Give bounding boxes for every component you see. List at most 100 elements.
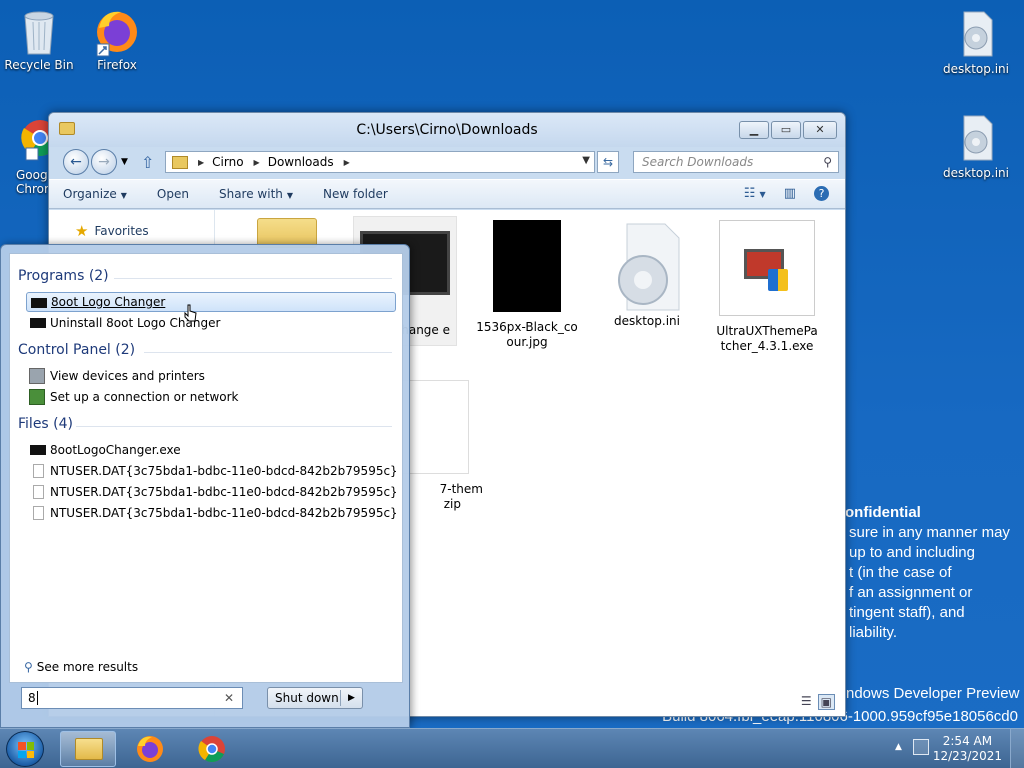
favorites-label: Favorites [94, 224, 149, 238]
clear-search-icon[interactable]: ✕ [224, 688, 234, 708]
organize-label: Organize [63, 187, 117, 201]
new-folder-button[interactable]: New folder [323, 187, 388, 201]
up-arrow-icon[interactable]: ⇧ [141, 153, 154, 172]
document-icon [33, 464, 44, 478]
nav-item-favorites[interactable]: ★ Favorites [75, 222, 149, 240]
details-view-icon[interactable]: ☰ [801, 694, 812, 710]
large-icons-view-icon[interactable]: ▣ [817, 694, 835, 710]
section-header-files: Files (4) [18, 416, 74, 432]
close-button[interactable]: ✕ [803, 121, 837, 139]
folder-icon [75, 738, 103, 760]
result-boot-logo-changer[interactable]: 8oot Logo Changer [26, 292, 396, 312]
start-button[interactable] [6, 731, 44, 767]
desktop-icon-firefox[interactable]: Firefox [75, 6, 159, 72]
change-view-icon[interactable]: ☷ ▼ [744, 186, 766, 201]
search-icon: ⚲ [24, 660, 33, 674]
result-label: NTUSER.DAT{3c75bda1-bdbc-11e0-bdcd-842b2… [50, 464, 396, 478]
file-name-line2: tcher_4.3.1.exe [720, 339, 814, 353]
result-file[interactable]: NTUSER.DAT{3c75bda1-bdbc-11e0-bdcd-842b2… [26, 461, 396, 481]
taskbar-chrome-button[interactable] [184, 731, 240, 767]
search-placeholder: Search Downloads [642, 155, 754, 169]
start-menu: Programs (2) 8oot Logo Changer Uninstall… [0, 244, 410, 728]
section-header-control-panel: Control Panel (2) [18, 342, 136, 358]
folder-icon [172, 155, 188, 169]
desktop-icon-desktop-ini-2[interactable]: desktop.ini [934, 114, 1018, 180]
breadcrumb-separator-icon[interactable]: ▶ [254, 158, 260, 167]
section-header-programs: Programs (2) [18, 268, 109, 284]
recycle-bin-icon [15, 6, 63, 55]
result-file[interactable]: 8ootLogoChanger.exe [26, 440, 396, 460]
show-hidden-icons-icon[interactable]: ▲ [895, 742, 902, 752]
shut-down-button[interactable]: Shut down ▶ [267, 687, 363, 709]
see-more-results-link[interactable]: ⚲ See more results [24, 660, 138, 674]
taskbar-firefox-button[interactable] [122, 731, 178, 767]
file-item-black-colour[interactable]: 1536px-Black_co our.jpg [475, 216, 579, 350]
taskbar-explorer-button[interactable] [60, 731, 116, 767]
file-name: desktop.ini [614, 314, 680, 328]
breadcrumb-separator-icon[interactable]: ▶ [344, 158, 350, 167]
result-set-up-connection[interactable]: Set up a connection or network [26, 387, 396, 407]
file-name-line1: UltraUXThemePa [716, 324, 818, 338]
breadcrumb-separator-icon[interactable]: ▶ [198, 158, 204, 167]
breadcrumb-cirno[interactable]: Cirno [212, 155, 243, 169]
help-icon[interactable]: ? [814, 186, 829, 201]
settings-file-icon [952, 10, 1000, 58]
result-file[interactable]: NTUSER.DAT{3c75bda1-bdbc-11e0-bdcd-842b2… [26, 482, 396, 502]
minimize-button[interactable]: ▁ [739, 121, 769, 139]
shut-down-label: Shut down [275, 691, 339, 705]
window-title: C:\Users\Cirno\Downloads [356, 122, 538, 138]
open-button[interactable]: Open [157, 187, 189, 201]
view-toggle-group: ☰ ▣ [801, 694, 835, 710]
watermark-line: up to and including [849, 544, 975, 561]
back-button[interactable]: ← [63, 149, 89, 175]
file-item-ultrauxthemepatcher[interactable]: UltraUXThemePa tcher_4.3.1.exe [715, 216, 819, 354]
forward-button[interactable]: → [91, 149, 117, 175]
share-with-label: Share with [218, 187, 283, 201]
result-label: 8ootLogoChanger.exe [50, 443, 181, 457]
document-icon [33, 506, 44, 520]
watermark-line: sure in any manner may [849, 524, 1010, 541]
clock[interactable]: 2:54 AM 12/23/2021 [933, 734, 1002, 764]
result-file[interactable]: NTUSER.DAT{3c75bda1-bdbc-11e0-bdcd-842b2… [26, 503, 396, 523]
search-input[interactable]: Search Downloads ⚲ [633, 151, 839, 173]
network-icon[interactable] [913, 739, 929, 755]
command-bar: Organize ▼ Open Share with ▼ New folder ☷ … [49, 179, 845, 209]
section-divider [76, 426, 392, 427]
shut-down-options-arrow-icon[interactable]: ▶ [348, 688, 355, 708]
show-desktop-button[interactable] [1010, 729, 1024, 768]
clock-date: 12/23/2021 [932, 749, 1002, 763]
start-menu-results: Programs (2) 8oot Logo Changer Uninstall… [9, 253, 403, 683]
result-label: Set up a connection or network [50, 390, 239, 404]
desktop-icon-recycle-bin[interactable]: Recycle Bin [0, 6, 81, 72]
firefox-icon [93, 6, 141, 57]
organize-button[interactable]: Organize ▼ [63, 187, 127, 201]
result-uninstall-boot-logo-changer[interactable]: Uninstall 8oot Logo Changer [26, 313, 396, 333]
result-view-devices-and-printers[interactable]: View devices and printers [26, 366, 396, 386]
file-item-desktop-ini[interactable]: desktop.ini [595, 216, 699, 329]
refresh-button[interactable]: ⇆ [597, 151, 619, 173]
watermark-line: t (in the case of [849, 564, 952, 581]
share-with-button[interactable]: Share with ▼ [219, 187, 293, 201]
maximize-button[interactable]: ▭ [771, 121, 801, 139]
desktop-icon-label: Firefox [97, 58, 137, 72]
search-icon[interactable]: ⚲ [823, 152, 832, 172]
windows-logo-icon [18, 742, 34, 758]
result-label: NTUSER.DAT{3c75bda1-bdbc-11e0-bdcd-842b2… [50, 506, 396, 520]
desktop-icon-desktop-ini[interactable]: desktop.ini [934, 10, 1018, 76]
address-dropdown-icon[interactable]: ▼ [582, 155, 590, 166]
exe-file-icon [30, 445, 46, 455]
recent-pages-chevron-icon[interactable]: ▼ [121, 157, 128, 167]
window-titlebar[interactable]: C:\Users\Cirno\Downloads ▁ ▭ ✕ [49, 113, 845, 147]
program-icon [30, 318, 46, 328]
confidential-watermark: onfidential sure in any manner may up to… [845, 503, 1024, 643]
dropdown-arrow-icon: ▼ [120, 191, 127, 200]
desktop-icon-label: desktop.ini [943, 166, 1009, 180]
file-name-line1: 1536px-Black_co [476, 320, 578, 334]
desktop-icon-label: Goog Chror [16, 168, 49, 196]
address-bar[interactable]: ▶ Cirno ▶ Downloads ▶ ▼ [165, 151, 595, 173]
breadcrumb-downloads[interactable]: Downloads [268, 155, 334, 169]
installer-icon [719, 220, 815, 316]
start-search-input[interactable]: 8 ✕ [21, 687, 243, 709]
taskbar: ▲ 2:54 AM 12/23/2021 [0, 728, 1024, 768]
preview-pane-icon[interactable]: ▥ [784, 186, 796, 201]
